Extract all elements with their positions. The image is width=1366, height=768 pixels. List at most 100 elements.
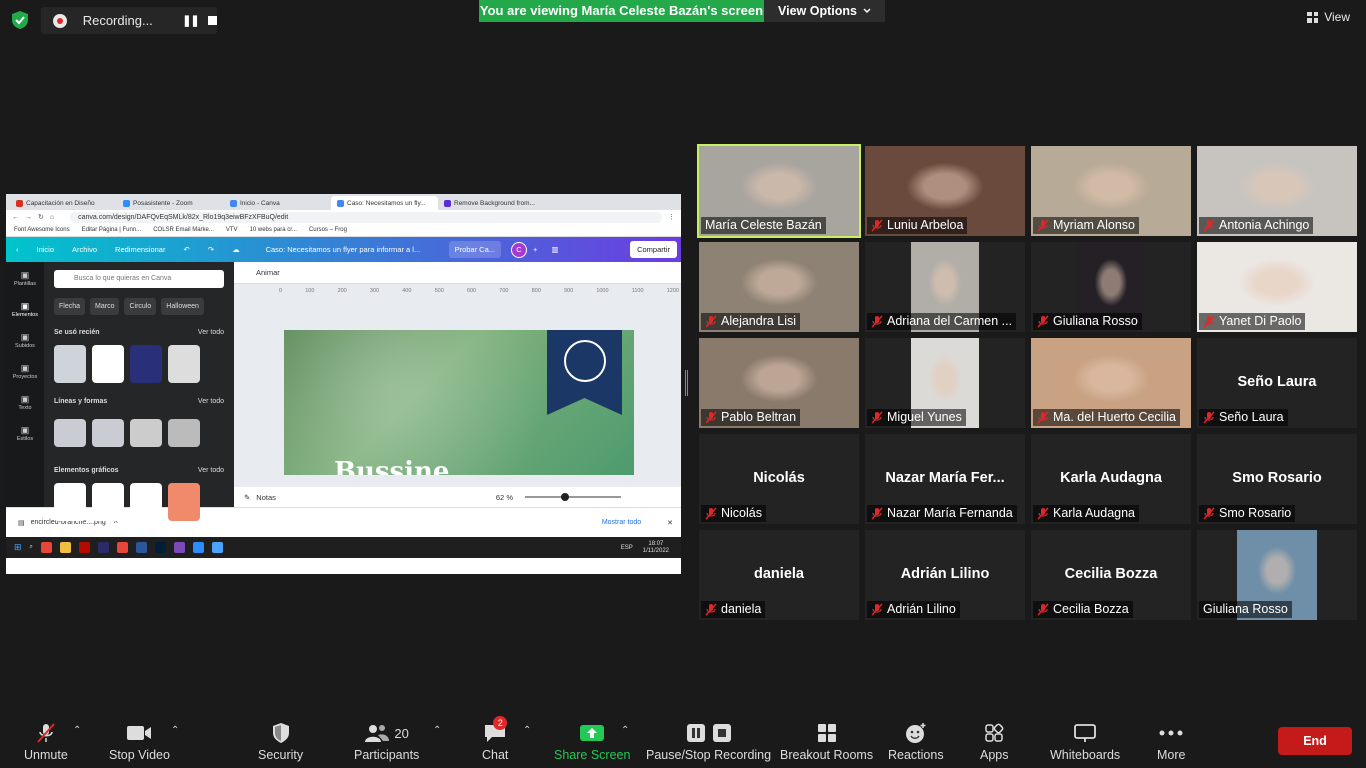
reactions-button[interactable]: Reactions bbox=[888, 722, 944, 762]
app-icon[interactable] bbox=[97, 542, 109, 553]
participant-tile[interactable]: Giuliana Rosso bbox=[1031, 242, 1191, 332]
canva-archivo-menu[interactable]: Archivo bbox=[72, 245, 97, 254]
canva-element-thumbnail[interactable] bbox=[168, 345, 200, 383]
bookmark-item[interactable]: Editar Página | Funn... bbox=[82, 227, 142, 233]
audio-options-caret-icon[interactable]: ⌃ bbox=[73, 725, 81, 736]
participant-tile[interactable]: Giuliana Rosso bbox=[1197, 530, 1357, 620]
back-icon[interactable]: ← bbox=[12, 214, 19, 221]
participant-tile[interactable]: Cecilia Bozza Cecilia Bozza bbox=[1031, 530, 1191, 620]
chevron-left-icon[interactable]: ‹ bbox=[16, 245, 19, 254]
panel-splitter-handle[interactable] bbox=[685, 370, 688, 396]
extensions-icon[interactable]: ⋮ bbox=[668, 213, 675, 221]
unmute-button[interactable]: Unmute bbox=[24, 722, 68, 762]
participant-tile[interactable]: Karla Audagna Karla Audagna bbox=[1031, 434, 1191, 524]
participant-tile[interactable]: Miguel Yunes bbox=[865, 338, 1025, 428]
participant-tile[interactable]: María Celeste Bazán bbox=[697, 144, 861, 238]
browser-tab[interactable]: Remove Background from... bbox=[438, 196, 545, 210]
share-options-caret-icon[interactable]: ⌃ bbox=[621, 725, 629, 736]
forward-icon[interactable]: → bbox=[25, 214, 32, 221]
participant-tile[interactable]: Pablo Beltran bbox=[699, 338, 859, 428]
canva-animar-button[interactable]: Animar bbox=[234, 262, 681, 284]
participant-tile[interactable]: Antonia Achingo bbox=[1197, 146, 1357, 236]
photos-icon[interactable] bbox=[211, 542, 223, 553]
canva-design-title[interactable]: Caso: Necesitamos un flyer para informar… bbox=[266, 245, 441, 254]
end-meeting-button[interactable]: End bbox=[1278, 727, 1352, 755]
zoom-slider[interactable] bbox=[525, 493, 621, 501]
canva-ver-todo-link[interactable]: Ver todo bbox=[198, 398, 224, 405]
flyer-design[interactable]: Bussine... bbox=[284, 330, 634, 475]
canva-search-input[interactable]: Busca lo que quieras en Canva bbox=[54, 270, 224, 288]
canva-filter-chip[interactable]: Flecha bbox=[54, 298, 86, 315]
canva-ver-todo-link[interactable]: Ver todo bbox=[198, 467, 224, 474]
chat-button[interactable]: 2 Chat bbox=[482, 716, 508, 762]
mostrar-todo-link[interactable]: Mostrar todo bbox=[602, 519, 641, 526]
browser-tab[interactable]: Inicio - Canva bbox=[224, 196, 331, 210]
more-button[interactable]: More bbox=[1157, 722, 1185, 762]
browser-tab[interactable]: Posasistente - Zoom bbox=[117, 196, 224, 210]
canva-element-thumbnail[interactable] bbox=[168, 483, 200, 521]
zoom-app-icon[interactable] bbox=[192, 542, 204, 553]
zoom-slider-knob[interactable] bbox=[561, 493, 569, 501]
canva-element-thumbnail[interactable] bbox=[130, 345, 162, 383]
canva-notes-button[interactable]: Notas bbox=[256, 493, 276, 502]
canva-compartir-button[interactable]: Compartir bbox=[630, 241, 677, 258]
canva-filter-chip[interactable]: Halloween bbox=[161, 298, 204, 315]
canva-ver-todo-link[interactable]: Ver todo bbox=[198, 329, 224, 336]
participant-tile[interactable]: Nicolás Nicolás bbox=[699, 434, 859, 524]
pause-recording-icon[interactable]: ❚❚ bbox=[179, 14, 203, 27]
canva-element-thumbnail[interactable] bbox=[54, 345, 86, 383]
participant-tile[interactable]: Adriana del Carmen ... bbox=[865, 242, 1025, 332]
video-options-caret-icon[interactable]: ⌃ bbox=[171, 725, 179, 736]
participant-tile[interactable]: Myriam Alonso bbox=[1031, 146, 1191, 236]
view-button[interactable]: View bbox=[1307, 10, 1350, 24]
app-purple-icon[interactable] bbox=[173, 542, 185, 553]
participants-caret-icon[interactable]: ⌃ bbox=[433, 725, 441, 736]
canva-rail-item[interactable]: ▣ Estilos bbox=[17, 425, 33, 442]
canva-element-thumbnail[interactable] bbox=[168, 419, 200, 447]
participant-tile[interactable]: Alejandra Lisi bbox=[699, 242, 859, 332]
canva-probar-button[interactable]: Probar Ca... bbox=[448, 241, 502, 258]
canva-rail-item[interactable]: ▣ Subidos bbox=[15, 332, 35, 349]
canva-avatar[interactable]: C bbox=[511, 241, 528, 258]
reload-icon[interactable]: ↻ bbox=[38, 213, 44, 221]
participant-tile[interactable]: Nazar María Fer... Nazar María Fernanda bbox=[865, 434, 1025, 524]
bookmark-item[interactable]: COLSR Email Marke... bbox=[153, 227, 214, 233]
word-icon[interactable] bbox=[135, 542, 147, 553]
undo-icon[interactable]: ↶ bbox=[183, 245, 189, 254]
zoom-percentage[interactable]: 62 % bbox=[496, 493, 513, 502]
apps-button[interactable]: Apps bbox=[980, 722, 1009, 762]
stop-video-button[interactable]: Stop Video bbox=[109, 722, 170, 762]
browser-tab[interactable]: Capacitación en Diseño bbox=[10, 196, 117, 210]
bookmark-item[interactable]: VTV bbox=[226, 227, 238, 233]
canva-element-thumbnail[interactable] bbox=[92, 419, 124, 447]
canva-redimensionar-button[interactable]: Redimensionar bbox=[115, 245, 165, 254]
redo-icon[interactable]: ↷ bbox=[208, 245, 214, 254]
chrome-icon[interactable] bbox=[40, 542, 52, 553]
view-options-button[interactable]: View Options bbox=[764, 0, 885, 22]
shared-screen[interactable]: Capacitación en Diseño Posasistente - Zoo… bbox=[6, 194, 681, 574]
bookmark-item[interactable]: 10 webs para cr... bbox=[250, 227, 297, 233]
taskbar-language[interactable]: ESP bbox=[621, 545, 633, 551]
illustrator-icon[interactable] bbox=[78, 542, 90, 553]
canva-inicio-link[interactable]: Inicio bbox=[37, 245, 55, 254]
windows-start-icon[interactable]: ⊞ bbox=[14, 542, 22, 553]
encryption-shield-icon[interactable] bbox=[10, 10, 30, 30]
taskbar-clock[interactable]: 18:07 1/11/2022 bbox=[643, 541, 669, 555]
participant-tile[interactable]: daniela daniela bbox=[699, 530, 859, 620]
canva-filter-chip[interactable]: Marco bbox=[90, 298, 120, 315]
search-icon[interactable]: ⌕ bbox=[30, 544, 33, 551]
bookmark-item[interactable]: Font Awesome Icons bbox=[14, 227, 70, 233]
photoshop-icon[interactable] bbox=[154, 542, 166, 553]
participant-tile[interactable]: Yanet Di Paolo bbox=[1197, 242, 1357, 332]
canva-element-thumbnail[interactable] bbox=[92, 483, 124, 521]
stop-recording-icon[interactable] bbox=[208, 16, 217, 25]
participant-tile[interactable]: Smo Rosario Smo Rosario bbox=[1197, 434, 1357, 524]
canva-rail-item[interactable]: ▣ Proyectos bbox=[13, 363, 37, 380]
participant-tile[interactable]: Seño Laura Seño Laura bbox=[1197, 338, 1357, 428]
canva-rail-item[interactable]: ▣ Plantillas bbox=[14, 270, 36, 287]
home-icon[interactable]: ⌂ bbox=[50, 214, 54, 221]
security-button[interactable]: Security bbox=[258, 722, 303, 762]
canva-element-thumbnail[interactable] bbox=[130, 483, 162, 521]
canva-element-thumbnail[interactable] bbox=[130, 419, 162, 447]
participant-tile[interactable]: Adrián Lilino Adrián Lilino bbox=[865, 530, 1025, 620]
